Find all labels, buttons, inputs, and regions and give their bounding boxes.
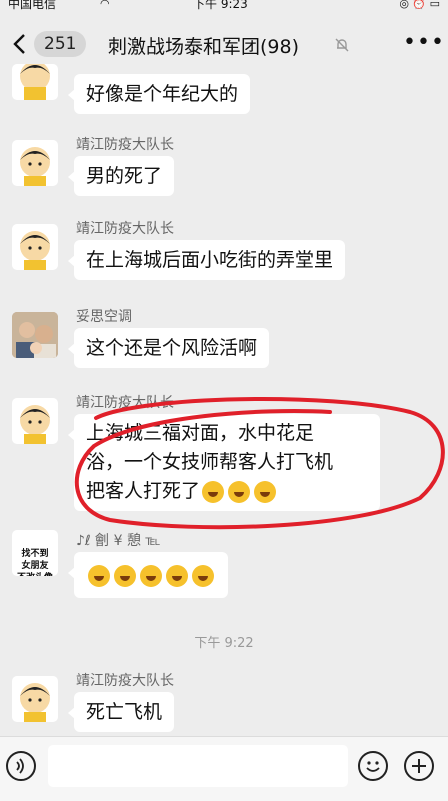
sender-name: ♪ℓ 劊 ¥ 憩 ℡ bbox=[76, 533, 161, 549]
more-options-icon[interactable]: ••• bbox=[403, 30, 445, 55]
tears-of-joy-emoji-icon bbox=[166, 564, 188, 587]
message-text: 死亡飞机 bbox=[86, 701, 163, 723]
message-text-line: 上海城三福对面，水中花足 bbox=[86, 422, 315, 444]
input-bar bbox=[0, 736, 448, 801]
add-attachment-icon[interactable] bbox=[404, 751, 434, 781]
message-bubble[interactable]: 这个还是个风险活啊 bbox=[67, 328, 270, 368]
tears-of-joy-emoji-icon bbox=[88, 564, 110, 587]
message-bubble[interactable]: 死亡飞机 bbox=[67, 692, 175, 732]
voice-input-icon[interactable] bbox=[6, 751, 36, 781]
message-text: 在上海城后面小吃街的弄堂里 bbox=[86, 249, 334, 271]
message-text: 好像是个年纪大的 bbox=[86, 83, 239, 105]
emoji-picker-icon[interactable] bbox=[358, 751, 388, 781]
message-bubble[interactable]: 男的死了 bbox=[67, 156, 175, 196]
mute-bell-icon bbox=[335, 38, 349, 52]
sender-name: 靖江防疫大队长 bbox=[76, 395, 174, 411]
clock: 下午 9:23 bbox=[193, 0, 248, 11]
tears-of-joy-emoji-icon bbox=[114, 564, 136, 587]
unread-count-badge[interactable]: 251 bbox=[34, 31, 87, 57]
message-bubble[interactable]: 上海城三福对面，水中花足 浴，一个女技师帮客人打飞机 把客人打死了 bbox=[68, 414, 380, 511]
message-text-row: 把客人打死了 bbox=[86, 477, 368, 506]
sender-name: 靖江防疫大队长 bbox=[76, 221, 174, 237]
sender-name: 靖江防疫大队长 bbox=[76, 673, 174, 689]
message-input[interactable] bbox=[48, 745, 348, 787]
sender-name: 妥思空调 bbox=[76, 309, 132, 325]
tears-of-joy-emoji-icon bbox=[140, 564, 162, 587]
avatar[interactable] bbox=[12, 140, 58, 186]
wifi-icon: ◠ bbox=[100, 0, 110, 10]
message-text: 这个还是个风险活啊 bbox=[86, 337, 258, 359]
chat-header: 251 刺激战场泰和军团(98) ••• bbox=[0, 14, 448, 74]
photo-avatar[interactable] bbox=[12, 312, 58, 358]
message-bubble[interactable]: 在上海城后面小吃街的弄堂里 bbox=[67, 240, 346, 280]
avatar[interactable] bbox=[12, 224, 58, 270]
tears-of-joy-emoji-icon bbox=[202, 480, 225, 503]
tears-of-joy-emoji-icon bbox=[192, 564, 214, 587]
message-bubble[interactable]: 好像是个年纪大的 bbox=[67, 74, 251, 114]
carrier-label: 中国电信 bbox=[8, 0, 57, 11]
avatar[interactable] bbox=[12, 398, 58, 444]
chat-title: 刺激战场泰和军团(98) bbox=[108, 36, 300, 58]
avatar-text: 找不到 女朋友 不改头像 bbox=[17, 549, 53, 576]
battery-icon: ◎ ⏰ ▭ bbox=[399, 0, 440, 10]
status-bar: 中国电信 ◠ 下午 9:23 ◎ ⏰ ▭ bbox=[0, 0, 448, 14]
sender-name: 靖江防疫大队长 bbox=[76, 137, 174, 153]
tears-of-joy-emoji-icon bbox=[228, 480, 251, 503]
avatar[interactable] bbox=[12, 64, 58, 100]
time-separator: 下午 9:22 bbox=[194, 636, 254, 651]
avatar[interactable] bbox=[12, 676, 58, 722]
tears-of-joy-emoji-icon bbox=[254, 480, 277, 503]
message-text: 男的死了 bbox=[86, 165, 163, 187]
back-arrow-icon[interactable] bbox=[10, 32, 32, 56]
message-bubble[interactable] bbox=[68, 552, 228, 598]
red-circle-annotation bbox=[74, 397, 445, 530]
message-text-line: 浴，一个女技师帮客人打飞机 bbox=[86, 451, 334, 473]
text-avatar[interactable]: 找不到 女朋友 不改头像 bbox=[12, 530, 58, 576]
message-text-line: 把客人打死了 bbox=[86, 480, 201, 502]
